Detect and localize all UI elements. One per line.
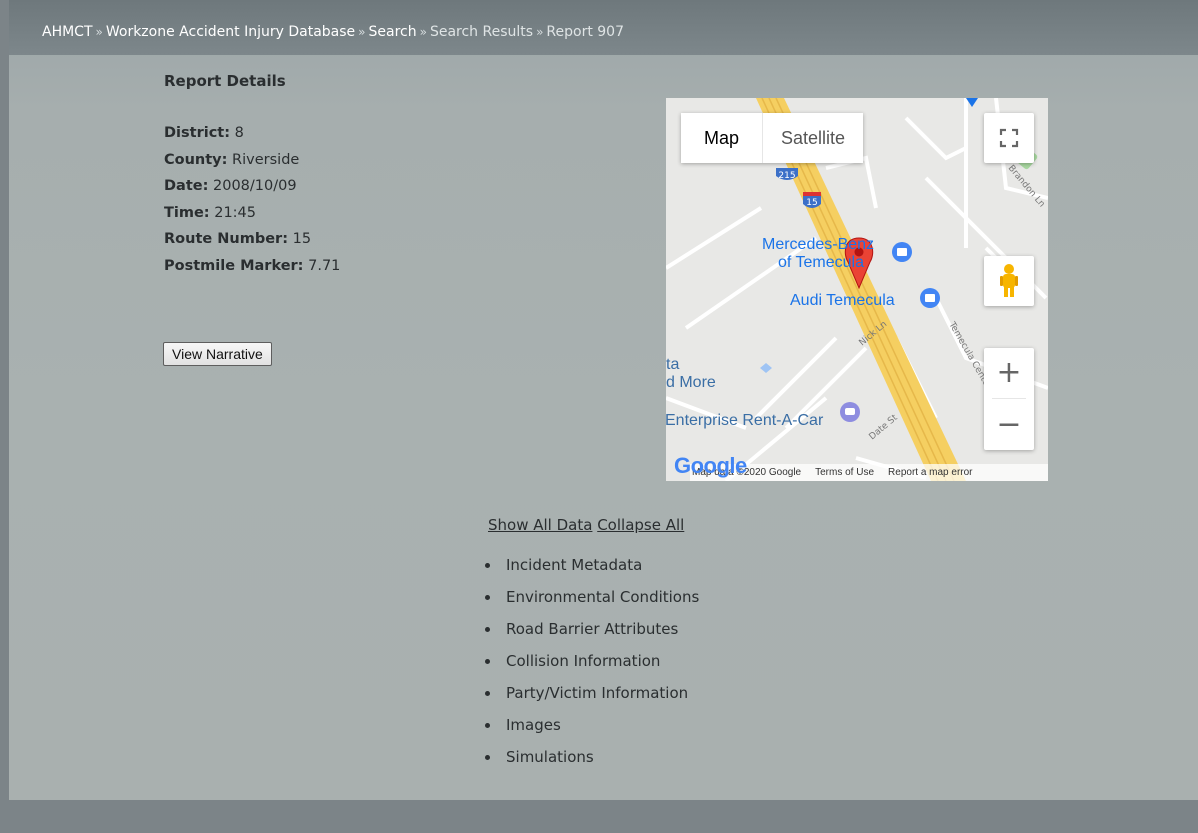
label-more-1: ta [666,356,680,373]
field-postmile-marker: Postmile Marker: 7.71 [164,253,340,280]
field-label: Time: [164,204,210,221]
field-date: Date: 2008/10/09 [164,173,340,200]
report-details-heading: Report Details [164,72,286,90]
section-road-barrier-attributes[interactable]: Road Barrier Attributes [483,613,699,645]
poi-enterprise-icon[interactable] [840,402,860,422]
street-view-pegman[interactable] [984,256,1034,306]
section-incident-metadata[interactable]: Incident Metadata [483,549,699,581]
google-logo[interactable]: Google [674,453,747,479]
map-type-map-button[interactable]: Map [681,113,762,163]
view-narrative-button[interactable]: View Narrative [163,342,272,366]
show-all-data-link[interactable]: Show All Data [488,516,592,534]
map-type-control: Map Satellite [681,113,864,163]
field-value: 8 [234,125,244,141]
zoom-out-icon: − [996,406,1022,442]
field-value: 7.71 [308,257,341,274]
field-label: Postmile Marker: [164,257,304,274]
google-logo-text: Google [674,453,747,478]
zoom-control: + − [984,348,1034,450]
report-fields: District: 8 County: Riverside Date: 2008… [164,120,340,279]
breadcrumb-separator: » [358,25,366,39]
report-details: Report Details District: 8 County: River… [164,72,340,279]
breadcrumb-separator: » [95,25,103,39]
breadcrumb: AHMCT» Workzone Accident Injury Database»… [42,24,624,40]
map-widget[interactable]: 215 15 Nick Ln Date St Temecula Center D… [666,98,1048,481]
field-label: County: [164,151,228,168]
label-mercedes-2[interactable]: of Temecula [778,254,864,272]
breadcrumb-search-results[interactable]: Search Results [430,24,533,40]
field-value: Riverside [232,151,300,168]
field-county: County: Riverside [164,147,340,174]
toggle-links: Show All Data Collapse All [488,516,684,534]
map-report-error-link[interactable]: Report a map error [888,467,972,478]
field-label: Route Number: [164,231,288,247]
section-party-victim-information[interactable]: Party/Victim Information [483,677,699,709]
section-collision-information[interactable]: Collision Information [483,645,699,677]
map-terms-link[interactable]: Terms of Use [815,467,874,478]
field-value: 2008/10/09 [213,178,297,194]
breadcrumb-current-report: Report 907 [546,24,624,40]
section-simulations[interactable]: Simulations [483,741,699,773]
breadcrumb-ahmct[interactable]: AHMCT [42,24,93,40]
label-more-2: d More [666,374,716,391]
pegman-icon [1000,264,1018,297]
zoom-in-icon: + [996,355,1022,390]
field-label: District: [164,125,231,141]
section-images[interactable]: Images [483,709,699,741]
field-district: District: 8 [164,120,340,147]
field-value: 15 [292,231,312,247]
breadcrumb-separator: » [536,25,544,39]
collapse-all-link[interactable]: Collapse All [597,516,684,534]
field-value: 21:45 [214,204,257,221]
zoom-in-button[interactable]: + [984,348,1034,398]
breadcrumb-bar: AHMCT» Workzone Accident Injury Database»… [9,0,1198,55]
field-time: Time: 21:45 [164,200,340,227]
zoom-out-button[interactable]: − [984,399,1034,450]
field-route-number: Route Number: 15 [164,226,340,253]
section-environmental-conditions[interactable]: Environmental Conditions [483,581,699,613]
field-label: Date: [164,178,209,194]
page-content: AHMCT» Workzone Accident Injury Database»… [9,0,1198,800]
svg-text:215: 215 [778,171,795,181]
breadcrumb-separator: » [419,25,427,39]
section-list: Incident Metadata Environmental Conditio… [483,549,699,773]
poi-audi-icon[interactable] [920,288,940,308]
breadcrumb-database[interactable]: Workzone Accident Injury Database [106,24,355,40]
fullscreen-icon [999,128,1019,148]
label-audi[interactable]: Audi Temecula [790,292,895,310]
poi-mercedes-icon[interactable] [892,242,912,262]
label-enterprise[interactable]: Enterprise Rent-A-Car [666,412,823,430]
fullscreen-button[interactable] [984,113,1034,163]
label-mercedes[interactable]: Mercedes-Benz [762,236,874,254]
map-type-satellite-button[interactable]: Satellite [762,113,863,163]
route-215-shield: 215 [776,168,798,181]
route-15-shield: 15 [803,192,821,208]
svg-text:15: 15 [806,198,817,208]
breadcrumb-search[interactable]: Search [369,24,417,40]
